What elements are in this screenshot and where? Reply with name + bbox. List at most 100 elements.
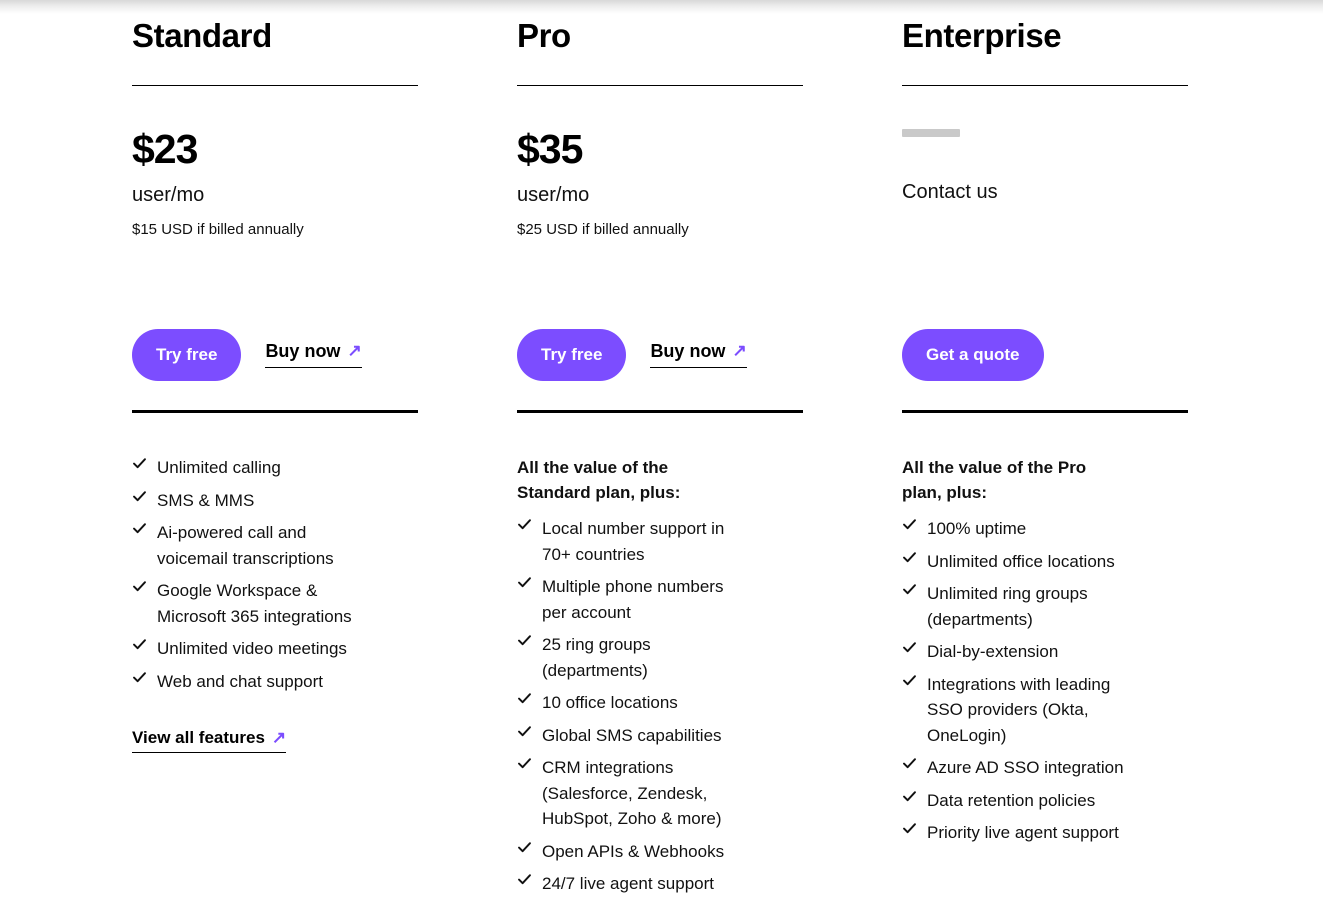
try-free-button-standard[interactable]: Try free bbox=[132, 328, 242, 381]
list-item: Unlimited office locations bbox=[902, 549, 1188, 575]
check-icon bbox=[902, 821, 917, 843]
feature-text: Ai-powered call and voicemail transcript… bbox=[157, 523, 334, 568]
check-icon bbox=[902, 789, 917, 811]
list-item: Dial-by-extension bbox=[902, 639, 1188, 665]
feature-text: SMS & MMS bbox=[157, 490, 255, 510]
features-section-standard: Unlimited calling SMS & MMS Ai-powered c… bbox=[132, 455, 418, 753]
price-block-pro: $35 user/mo $25 USD if billed annually bbox=[517, 129, 803, 249]
plan-price-note-pro: $25 USD if billed annually bbox=[517, 221, 689, 238]
list-item: Multiple phone numbers per account bbox=[517, 574, 803, 625]
check-icon bbox=[517, 691, 532, 713]
check-icon bbox=[517, 840, 532, 862]
view-all-features-link[interactable]: View all features ↗ bbox=[132, 727, 287, 753]
contact-us-text: Contact us bbox=[902, 181, 998, 203]
feature-text: Dial-by-extension bbox=[927, 642, 1059, 662]
feature-text: 24/7 live agent support bbox=[542, 874, 715, 894]
feature-text: Multiple phone numbers per account bbox=[542, 577, 724, 622]
check-icon bbox=[132, 579, 147, 601]
check-icon bbox=[517, 724, 532, 746]
check-icon bbox=[902, 640, 917, 662]
check-icon bbox=[517, 575, 532, 597]
get-a-quote-button[interactable]: Get a quote bbox=[902, 328, 1044, 381]
check-icon bbox=[517, 756, 532, 778]
feature-text: Global SMS capabilities bbox=[542, 725, 722, 745]
plan-price-note-standard: $15 USD if billed annually bbox=[132, 221, 304, 238]
feature-text: Web and chat support bbox=[157, 671, 324, 691]
cta-row-pro: Try free Buy now ↗ bbox=[517, 327, 747, 382]
feature-text: Unlimited calling bbox=[157, 458, 281, 477]
plan-title-enterprise: Enterprise bbox=[902, 17, 1062, 54]
list-item: Unlimited calling bbox=[132, 455, 418, 481]
check-icon bbox=[132, 637, 147, 659]
feature-text: Google Workspace & Microsoft 365 integra… bbox=[157, 581, 352, 626]
plan-card-pro: Pro $35 user/mo $25 USD if billed annual… bbox=[517, 0, 803, 893]
feature-text: Azure AD SSO integration bbox=[927, 758, 1124, 778]
arrow-northeast-icon: ↗ bbox=[347, 341, 362, 360]
buy-now-label-pro: Buy now bbox=[650, 341, 726, 361]
features-intro-enterprise: All the value of the Pro plan, plus: bbox=[902, 458, 1087, 503]
check-icon bbox=[132, 670, 147, 692]
feature-list-pro: Local number support in 70+ countries Mu… bbox=[517, 516, 803, 897]
feature-text: Unlimited video meetings bbox=[157, 639, 347, 658]
plan-card-enterprise: Enterprise Contact us Get a quote All th… bbox=[902, 0, 1188, 842]
cta-row-enterprise: Get a quote bbox=[902, 327, 1044, 382]
plan-price-unit-pro: user/mo bbox=[517, 184, 590, 206]
list-item: Data retention policies bbox=[902, 788, 1188, 814]
check-icon bbox=[517, 517, 532, 539]
pricing-plans-grid: Standard $23 user/mo $15 USD if billed a… bbox=[0, 0, 1323, 910]
list-item: Unlimited video meetings bbox=[132, 636, 418, 662]
list-item: Azure AD SSO integration bbox=[902, 755, 1188, 781]
features-divider-enterprise bbox=[902, 410, 1188, 413]
features-divider-standard bbox=[132, 410, 418, 413]
check-icon bbox=[132, 521, 147, 543]
features-divider-pro bbox=[517, 410, 803, 413]
price-block-standard: $23 user/mo $15 USD if billed annually bbox=[132, 129, 418, 249]
feature-text: Local number support in 70+ countries bbox=[542, 519, 725, 564]
feature-text: 10 office locations bbox=[542, 693, 678, 713]
buy-now-label-standard: Buy now bbox=[265, 341, 341, 361]
features-section-enterprise: All the value of the Pro plan, plus: 100… bbox=[902, 455, 1188, 853]
feature-text: Open APIs & Webhooks bbox=[542, 841, 725, 861]
feature-list-enterprise: 100% uptime Unlimited office locations U… bbox=[902, 516, 1188, 846]
list-item: Priority live agent support bbox=[902, 820, 1188, 846]
plan-header-divider bbox=[132, 85, 418, 86]
cta-row-standard: Try free Buy now ↗ bbox=[132, 327, 362, 382]
feature-text: 100% uptime bbox=[927, 519, 1027, 539]
feature-text: Priority live agent support bbox=[927, 823, 1119, 843]
feature-text: Unlimited ring groups (departments) bbox=[927, 584, 1088, 629]
list-item: 24/7 live agent support bbox=[517, 871, 803, 897]
plan-header-divider bbox=[517, 85, 803, 86]
check-icon bbox=[132, 489, 147, 511]
price-placeholder-bar bbox=[902, 129, 960, 137]
check-icon bbox=[902, 582, 917, 604]
buy-now-link-standard[interactable]: Buy now ↗ bbox=[265, 341, 362, 368]
list-item: Unlimited ring groups (departments) bbox=[902, 581, 1188, 632]
buy-now-link-pro[interactable]: Buy now ↗ bbox=[650, 341, 747, 368]
feature-text: Data retention policies bbox=[927, 790, 1096, 810]
plan-price-standard: $23 bbox=[132, 126, 198, 172]
list-item: Ai-powered call and voicemail transcript… bbox=[132, 520, 418, 571]
feature-list-standard: Unlimited calling SMS & MMS Ai-powered c… bbox=[132, 455, 418, 694]
plan-title-pro: Pro bbox=[517, 17, 571, 54]
try-free-button-pro[interactable]: Try free bbox=[517, 328, 627, 381]
arrow-northeast-icon: ↗ bbox=[271, 727, 287, 747]
list-item: 100% uptime bbox=[902, 516, 1188, 542]
list-item: CRM integrations (Salesforce, Zendesk, H… bbox=[517, 755, 803, 832]
plan-price-unit-standard: user/mo bbox=[132, 184, 205, 206]
view-all-features-label: View all features bbox=[132, 728, 265, 747]
list-item: Local number support in 70+ countries bbox=[517, 516, 803, 567]
plan-title-standard: Standard bbox=[132, 17, 272, 54]
features-intro-pro: All the value of the Standard plan, plus… bbox=[517, 458, 681, 503]
list-item: Open APIs & Webhooks bbox=[517, 839, 803, 865]
list-item: Google Workspace & Microsoft 365 integra… bbox=[132, 578, 418, 629]
check-icon bbox=[902, 756, 917, 778]
feature-text: 25 ring groups (departments) bbox=[542, 635, 651, 680]
list-item: Integrations with leading SSO providers … bbox=[902, 672, 1188, 749]
check-icon bbox=[902, 673, 917, 695]
check-icon bbox=[517, 872, 532, 894]
feature-text: Unlimited office locations bbox=[927, 551, 1115, 571]
plan-header-divider bbox=[902, 85, 1188, 86]
check-icon bbox=[902, 517, 917, 539]
arrow-northeast-icon: ↗ bbox=[732, 341, 747, 360]
check-icon bbox=[517, 633, 532, 655]
